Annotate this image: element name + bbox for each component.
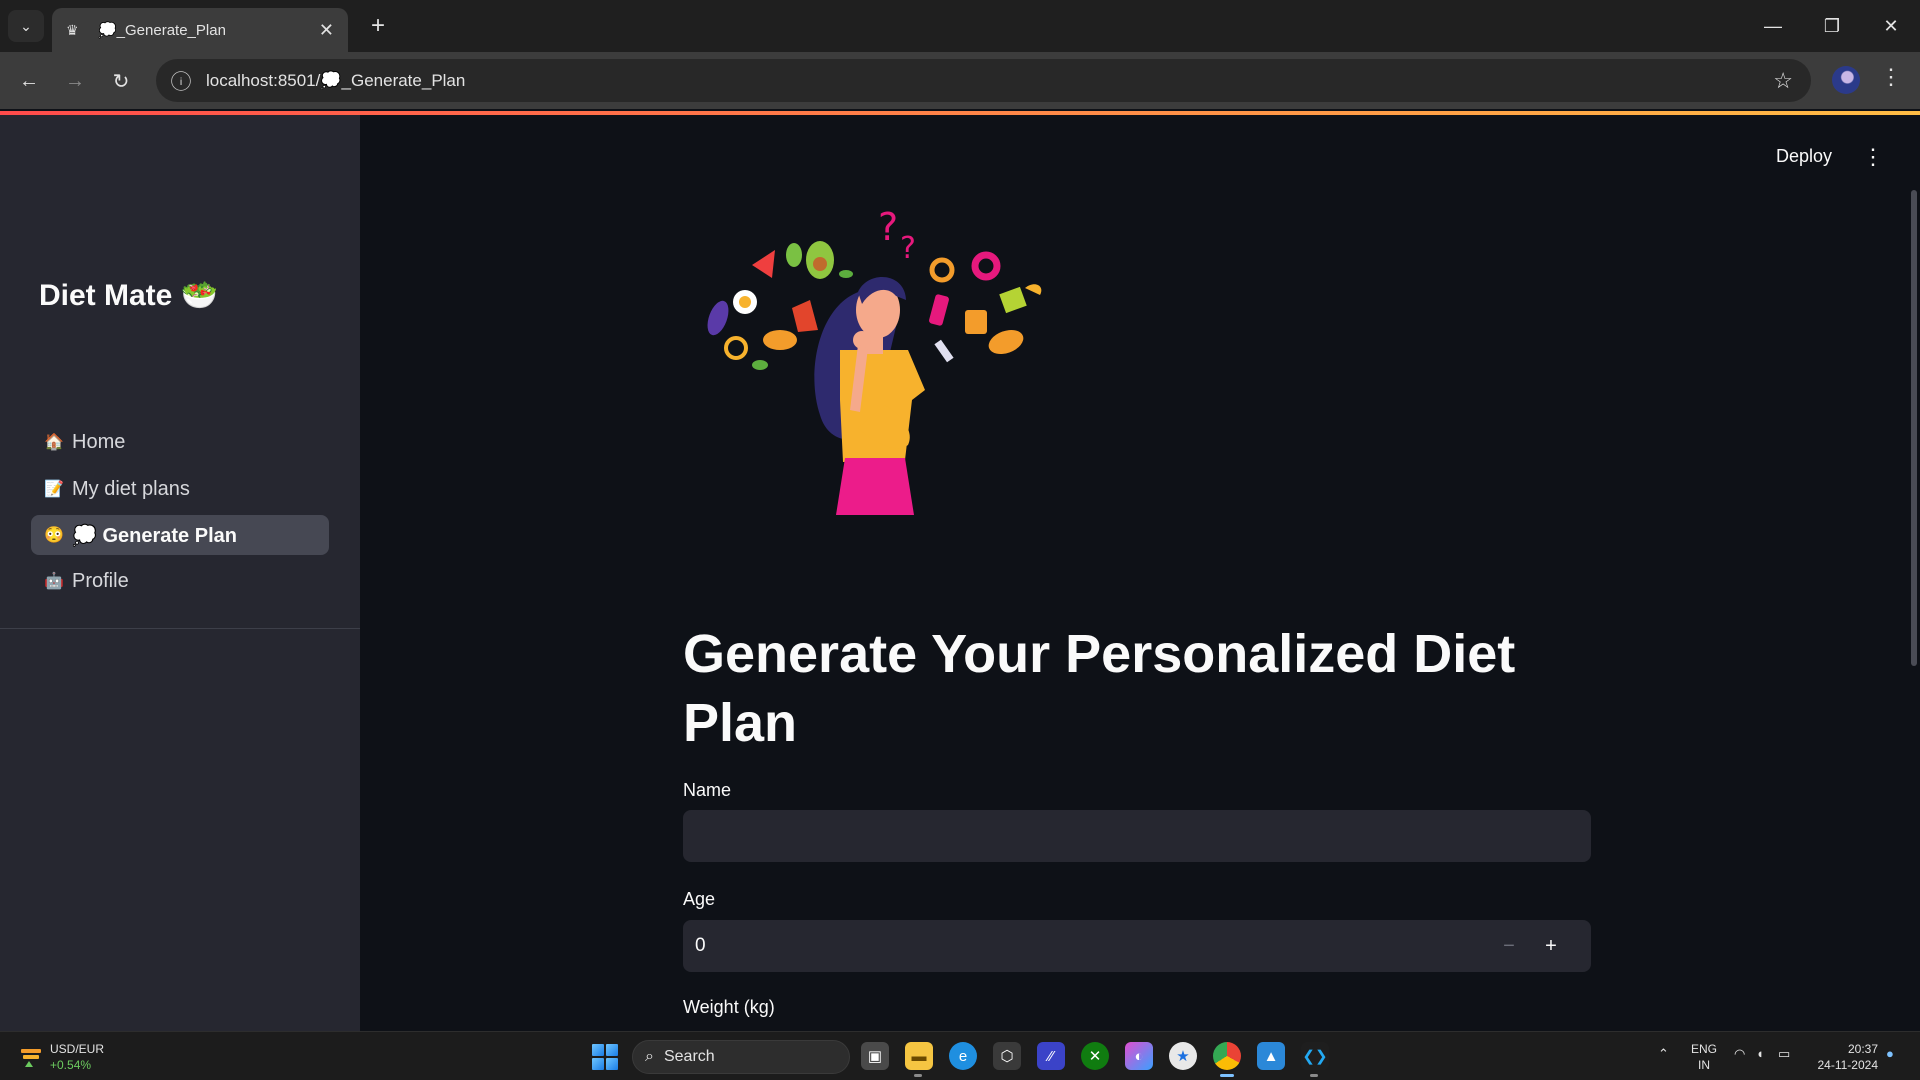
minimize-button[interactable]: — <box>1744 0 1802 52</box>
flushed-face-icon: 😳 <box>44 527 64 544</box>
app-title: Diet Mate 🥗 <box>39 279 219 312</box>
sidebar-item-label: 💭 Generate Plan <box>72 524 237 547</box>
task-view-icon[interactable]: ▣ <box>861 1042 889 1070</box>
windows-taskbar: USD/EUR +0.54% ⌕ Search ▣ ▬ e ⬡ ⁄⁄ ✕ ◐ ★… <box>0 1031 1920 1080</box>
age-value: 0 <box>695 935 706 956</box>
language-indicator[interactable]: ENG IN <box>1690 1041 1718 1073</box>
search-icon: ⌕ <box>645 1048 654 1065</box>
close-window-button[interactable]: ✕ <box>1862 0 1920 52</box>
sidebar-item-my-diet-plans[interactable]: 📝 My diet plans <box>31 469 329 509</box>
chevron-down-icon: ⌄ <box>20 17 32 34</box>
reload-button[interactable]: ↻ <box>104 64 138 98</box>
browser-tab-bar: ⌄ ♛ 💭_Generate_Plan ✕ + — ❐ ✕ <box>0 0 1920 52</box>
back-button[interactable]: ← <box>12 64 46 98</box>
house-icon: 🏠 <box>44 434 64 451</box>
stock-ticker-icon[interactable] <box>19 1045 43 1069</box>
age-increment-button[interactable]: + <box>1530 920 1572 972</box>
restore-button[interactable]: ❐ <box>1803 0 1861 52</box>
close-tab-icon[interactable]: ✕ <box>319 20 334 41</box>
tab-search-button[interactable]: ⌄ <box>8 10 44 42</box>
hidden-icons-chevron-icon[interactable]: ⌃ <box>1658 1046 1669 1062</box>
bookmark-star-icon[interactable]: ☆ <box>1773 68 1793 94</box>
weight-label: Weight (kg) <box>683 997 775 1017</box>
xbox-icon[interactable]: ✕ <box>1081 1042 1109 1070</box>
sidebar-item-label: My diet plans <box>72 477 190 500</box>
address-bar[interactable]: i localhost:8501/💭_Generate_Plan ☆ <box>156 59 1811 102</box>
sidebar-item-profile[interactable]: 🤖 Profile <box>31 561 329 601</box>
taskbar-search[interactable]: ⌕ Search <box>632 1040 850 1074</box>
memo-icon: 📝 <box>44 481 64 498</box>
sidebar-item-label: Home <box>72 430 126 453</box>
main-menu-icon[interactable]: ⋮ <box>1862 144 1884 170</box>
sidebar-item-home[interactable]: 🏠 Home <box>31 422 329 462</box>
clock-time: 20:37 <box>1847 1042 1878 1056</box>
file-explorer-icon[interactable]: ▬ <box>905 1042 933 1070</box>
tab-title: 💭_Generate_Plan <box>98 22 226 39</box>
photos-icon[interactable]: ▲ <box>1257 1042 1285 1070</box>
running-app-indicator <box>914 1074 922 1077</box>
ticker-pair: USD/EUR <box>50 1042 105 1056</box>
ticker-change: +0.54% <box>50 1058 92 1072</box>
active-app-indicator <box>1220 1074 1234 1077</box>
browser-tab[interactable]: ♛ 💭_Generate_Plan ✕ <box>52 8 348 52</box>
edge-browser-icon[interactable]: e <box>949 1042 977 1070</box>
search-label: Search <box>663 1048 715 1065</box>
page-title: Generate Your Personalized Diet Plan <box>683 624 1516 753</box>
browser-toolbar: ← → ↻ i localhost:8501/💭_Generate_Plan ☆ <box>0 52 1920 109</box>
clock-date: 24-11-2024 <box>1817 1058 1879 1072</box>
chrome-icon[interactable] <box>1213 1042 1241 1070</box>
streamlit-crown-icon: ♛ <box>66 21 79 38</box>
name-input[interactable] <box>683 810 1591 862</box>
sidebar-divider <box>0 628 360 629</box>
vscode-icon[interactable]: ❮❯ <box>1301 1042 1329 1070</box>
battery-icon[interactable]: ▭ <box>1778 1046 1790 1062</box>
profile-avatar[interactable] <box>1832 66 1860 94</box>
volume-icon[interactable]: ◖ <box>1756 1046 1764 1061</box>
app-icon[interactable]: ⁄⁄ <box>1037 1042 1065 1070</box>
deploy-button[interactable]: Deploy <box>1776 146 1832 167</box>
wifi-icon[interactable]: ◠ <box>1734 1046 1745 1062</box>
svg-text:?: ? <box>878 205 898 249</box>
new-tab-button[interactable]: + <box>364 12 392 40</box>
site-info-icon[interactable]: i <box>171 70 191 91</box>
windows-start-icon[interactable] <box>592 1044 618 1070</box>
dev-tool-icon[interactable]: ⬡ <box>993 1042 1021 1070</box>
system-clock[interactable]: 20:37 24-11-2024 <box>1814 1041 1879 1073</box>
copilot-icon[interactable]: ◐ <box>1125 1042 1153 1070</box>
sidebar-item-label: Profile <box>72 569 129 592</box>
svg-text:?: ? <box>900 231 916 266</box>
scrollbar-thumb[interactable] <box>1911 190 1917 666</box>
age-input[interactable]: 0 − + <box>683 920 1591 972</box>
thinking-woman-food-illustration: ? ? <box>707 205 1042 515</box>
running-app-indicator <box>1310 1074 1318 1077</box>
url-text: localhost:8501/💭_Generate_Plan <box>206 70 466 90</box>
forward-button[interactable]: → <box>58 64 92 98</box>
name-label: Name <box>683 780 732 800</box>
notification-bell-icon[interactable]: ● <box>1886 1046 1894 1061</box>
browser-menu-icon[interactable]: ⋮ <box>1880 64 1902 90</box>
lang-region: IN <box>1698 1058 1710 1072</box>
robot-icon: 🤖 <box>44 573 64 590</box>
age-decrement-button[interactable]: − <box>1488 920 1530 972</box>
sidebar-item-generate-plan[interactable]: 😳 💭 Generate Plan <box>31 515 329 555</box>
age-label: Age <box>683 889 716 909</box>
lang-code: ENG <box>1690 1042 1717 1056</box>
store-star-icon[interactable]: ★ <box>1169 1042 1197 1070</box>
